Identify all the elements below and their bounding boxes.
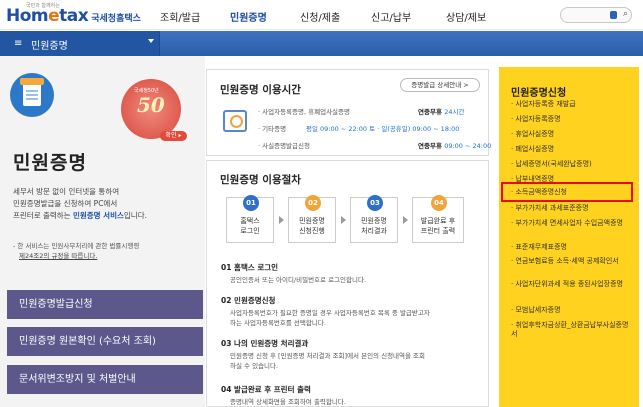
menu-civil-certificates[interactable]: 민원증명 [230,9,267,24]
procedure-step-1: 01 홈택스 로그인 [226,195,274,243]
anniversary-badge: 국세청50년 50 [121,79,181,139]
procedure-step-4: 04 발급완료 후 프린터 출력 [412,195,464,243]
legal-note: - 한 서비스는 민원사무처리에 관한 법률시행령 제24조2의 규정을 따릅니… [13,242,140,260]
hometax-logo[interactable]: 국민과 함께하는 Hometax 국세청홈택스 [6,3,141,26]
hours-row: · 사실증명발급신청 [258,142,310,150]
chevron-down-icon[interactable] [148,39,154,43]
page-title: 민원증명 [13,152,87,174]
menu-apply-submit[interactable]: 신청/제출 [300,9,340,24]
right-link-item[interactable]: 부가가치세 과세표준증명 [511,204,634,213]
right-link-item[interactable]: 사업자단위과세 적용 종된사업장증명 [511,280,634,289]
procedure-section-heading: 01 홈택스 로그인 [221,263,279,272]
right-link-item[interactable]: 모범납세자증명 [511,306,634,315]
procedure-step-2: 02 민원증명 신청진행 [288,195,336,243]
menu-consult-report[interactable]: 상담/제보 [446,9,486,24]
highlight-box [501,182,633,202]
right-link-item[interactable]: 사업자등록증 재발급 [511,100,634,109]
menu-inquiry-issue[interactable]: 조회/발급 [160,9,200,24]
procedure-section-text: 사업자등록번호가 필요한 증명일 경우 사업자등록번호 목록 중 발급받고자 하는… [230,309,430,327]
certificate-issue-apply-button[interactable]: 민원증명발급신청 [7,290,203,319]
hours-title: 민원증명 이용시간 [220,84,301,96]
right-link-item[interactable]: 휴업사실증명 [511,130,634,139]
certificate-original-check-button[interactable]: 민원증명 원본확인 (수요처 조회) [7,327,203,356]
procedure-title: 민원증명 이용절차 [220,174,301,186]
clock-icon [223,110,247,132]
right-link-item[interactable]: 표준재무제표증명 [511,243,634,252]
step-number: 03 [367,195,383,211]
right-link-item[interactable]: 사업자등록증명 [511,115,634,124]
forgery-prevention-button[interactable]: 문서위변조방지 및 처벌안내 [7,365,203,394]
procedure-section-text: 증명내역 상세화면을 조회하여 출력합니다. [230,398,346,406]
document-icon [10,73,54,117]
step-number: 02 [305,195,321,211]
right-link-item[interactable]: 납세증명서(국세완납증명) [511,160,634,169]
menu-report-pay[interactable]: 신고/납부 [371,9,411,24]
issue-detail-button[interactable]: 증명발급 상세안내 > [400,78,480,92]
arrow-right-icon [403,216,408,224]
step-number: 04 [431,195,447,211]
right-link-item[interactable]: 연금보험료등 소득·세액 공제확인서 [511,257,634,266]
hours-value: 연중무휴 09:00 ~ 24:00 [418,142,492,150]
chevron-down-icon[interactable] [610,11,617,19]
section-title: 민원증명 [31,41,68,52]
hours-value: 평일 09:00 ~ 22:00 토 · 일(공휴일) 09:00 ~ 18:0… [306,125,460,133]
section-dropdown[interactable]: ≡ 민원증명 [0,31,160,56]
procedure-step-3: 03 민원증명 처리결과 [350,195,398,243]
logo-wordmark: Hometax [6,6,89,26]
procedure-section-heading: 02 민원증명신청 [221,296,276,305]
hours-row: · 기타증명 [258,125,287,133]
badge-number: 50 [137,93,165,117]
badge-confirm-button[interactable]: 확인 ▸ [160,131,187,141]
hours-row: · 사업자등록증명, 휴폐업사실증명 [258,108,350,116]
left-panel: 국세청50년 50 민원증명 세무서 방문 없이 인터넷을 통하여 민원증명발급… [0,56,205,407]
logo-subtitle: 국세청홈택스 [91,14,141,24]
procedure-section-heading: 04 발급완료 후 프린터 출력 [221,385,311,394]
search-icon[interactable]: ⌕ [623,9,628,19]
procedure-section-heading: 03 나의 민원증명 처리결과 [221,339,309,348]
right-link-item[interactable]: 폐업사실증명 [511,145,634,154]
step-number: 01 [243,195,259,211]
procedure-section-text: 공인인증서 또는 아이디/비밀번호로 로그인합니다. [230,276,367,284]
right-panel-title: 민원증명신청 [511,88,567,99]
search-input[interactable]: ⌕ [560,7,632,23]
arrow-right-icon [279,216,284,224]
page-description: 세무서 방문 없이 인터넷을 통하여 민원증명발급을 신청하여 PC에서 프린터… [13,187,147,220]
arrow-right-icon [341,216,346,224]
logo-tagline: 국민과 함께하는 [26,3,60,9]
top-navigation: 국민과 함께하는 Hometax 국세청홈택스 조회/발급 민원증명 신청/제출… [0,0,643,30]
right-link-item[interactable]: 부가가치세 면세사업자 수입금액증명 [511,219,634,228]
right-panel: 민원증명신청 사업자등록증 재발급 사업자등록증명 휴업사실증명 폐업사실증명 … [499,67,639,407]
procedure-section-text: 민원증명 신청 후 [민원증명 처리결과 조회]에서 본인의 신청내역을 조회 하… [230,352,426,370]
hours-value: 연중무휴 24시간 [418,108,465,116]
hamburger-icon[interactable]: ≡ [14,38,22,49]
section-bar: ≡ 민원증명 [0,31,643,56]
right-link-item[interactable]: 취업후학자금상환_상환금납부사실증명서 [511,321,634,339]
